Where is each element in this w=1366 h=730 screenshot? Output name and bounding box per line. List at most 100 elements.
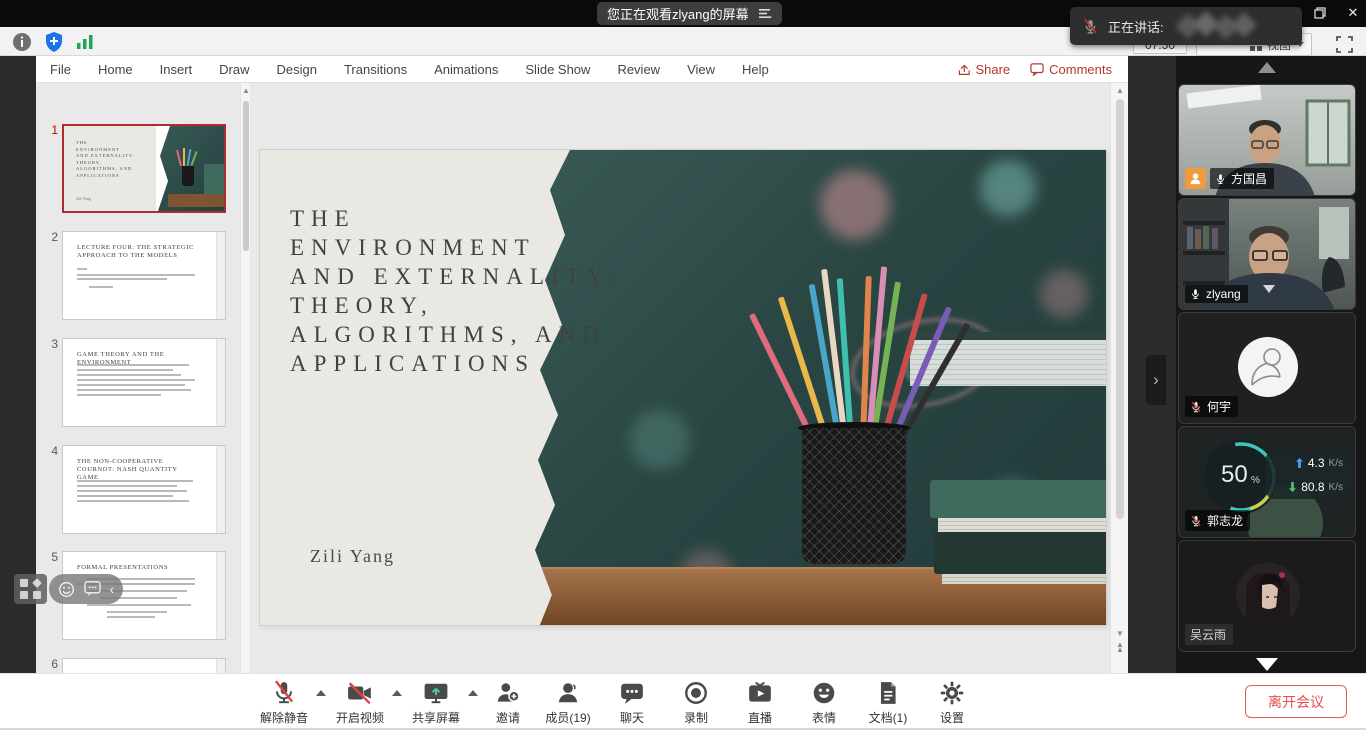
banner-menu-icon[interactable] — [759, 8, 772, 19]
reactions-grid-handle[interactable] — [14, 574, 47, 604]
camera-off-icon — [347, 680, 373, 706]
share-options-arrow[interactable] — [468, 690, 478, 696]
start-video-label: 开启视频 — [336, 709, 384, 726]
close-window-button[interactable]: ✕ — [1343, 4, 1363, 22]
ppt-menu-row: File Home Insert Draw Design Transitions… — [36, 62, 769, 77]
start-video-button[interactable]: 开启视频 — [328, 680, 392, 726]
network-stats-panel: 4.3 K/s 80.8 K/s — [1265, 451, 1351, 499]
docs-button[interactable]: 文档(1) — [856, 680, 920, 726]
share-screen-icon — [423, 680, 449, 706]
screen-watch-text: 您正在观看zlyang的屏幕 — [607, 4, 749, 23]
avatar — [1238, 337, 1298, 397]
menu-insert[interactable]: Insert — [160, 62, 193, 77]
emoji-button[interactable]: 表情 — [792, 680, 856, 726]
menu-file[interactable]: File — [50, 62, 71, 77]
emoji-label: 表情 — [812, 709, 836, 726]
thumb-number-2: 2 — [44, 230, 58, 244]
scrollbar-thumb[interactable] — [243, 101, 249, 251]
participant-tile-heyu[interactable]: 何宇 — [1178, 312, 1356, 424]
thumb-number-4: 4 — [44, 444, 58, 458]
video-options-arrow[interactable] — [392, 690, 402, 696]
restore-window-button[interactable] — [1310, 4, 1330, 22]
menu-home[interactable]: Home — [98, 62, 133, 77]
download-arrow-icon — [1288, 482, 1297, 492]
live-icon — [747, 680, 773, 706]
collapse-left-icon[interactable]: ‹ — [109, 581, 114, 597]
mic-on-icon — [1215, 172, 1226, 186]
share-screen-button[interactable]: 共享屏幕 — [404, 680, 468, 726]
participant-tile-zlyang[interactable]: zlyang — [1178, 198, 1356, 310]
record-label: 录制 — [684, 709, 708, 726]
settings-label: 设置 — [940, 709, 964, 726]
slide-scrollbar-thumb[interactable] — [1116, 99, 1124, 519]
slide-scrollbar[interactable]: ▲ ▼ ▲▲ — [1110, 83, 1128, 673]
mic-muted-icon — [271, 680, 297, 706]
document-icon — [875, 680, 901, 706]
avatar — [1236, 563, 1300, 627]
upload-arrow-icon — [1295, 458, 1304, 468]
members-icon — [555, 680, 581, 706]
mic-muted-icon — [1082, 17, 1099, 36]
unmute-button[interactable]: 解除静音 — [252, 680, 316, 726]
emoji-reaction-icon[interactable] — [58, 581, 75, 598]
info-icon[interactable] — [11, 31, 33, 53]
slide-scroll-up-arrow[interactable]: ▲ — [1111, 86, 1129, 95]
chat-reaction-icon[interactable] — [84, 581, 101, 597]
live-stream-button[interactable]: 直播 — [728, 680, 792, 726]
mic-options-arrow[interactable] — [316, 690, 326, 696]
menu-review[interactable]: Review — [617, 62, 660, 77]
chat-button[interactable]: 聊天 — [600, 680, 664, 726]
participant-name: zlyang — [1206, 287, 1241, 301]
participant-name: 方国昌 — [1231, 170, 1267, 187]
next-slide-button[interactable]: ▲▲ — [1111, 642, 1129, 652]
loading-percent: 50 — [1221, 461, 1248, 489]
menu-draw[interactable]: Draw — [219, 62, 249, 77]
loading-percent-suffix: % — [1251, 475, 1260, 486]
leave-meeting-label: 离开会议 — [1268, 692, 1324, 712]
slide-thumbnail-1[interactable]: THEENVIRONMENT AND EXTERNALITY:THEORY, A… — [62, 124, 226, 213]
slide-thumbnail-3[interactable]: GAME THEORY AND THE ENVIRONMENT — [62, 338, 226, 427]
invite-button[interactable]: 邀请 — [480, 680, 536, 726]
slide-thumbnail-2[interactable]: LECTURE FOUR: THE STRATEGIC APPROACH TO … — [62, 231, 226, 320]
mic-muted-icon — [1190, 514, 1202, 528]
invite-label: 邀请 — [496, 709, 520, 726]
participant-tile-fangguochang[interactable]: 方国昌 — [1178, 84, 1356, 196]
participant-tile-guozhilong[interactable]: 50 % 4.3 K/s 80.8 K/s 郭志龙 — [1178, 426, 1356, 538]
record-button[interactable]: 录制 — [664, 680, 728, 726]
slide-title-line-1: THE — [290, 206, 356, 232]
mic-muted-icon — [1190, 400, 1202, 414]
menu-help[interactable]: Help — [742, 62, 769, 77]
menu-view[interactable]: View — [687, 62, 715, 77]
menu-design[interactable]: Design — [277, 62, 317, 77]
menu-transitions[interactable]: Transitions — [344, 62, 407, 77]
share-button[interactable]: Share — [957, 62, 1010, 77]
network-signal-icon[interactable] — [74, 31, 96, 53]
upload-rate: 4.3 — [1308, 456, 1325, 470]
participant-tile-wuyunyu[interactable]: 吴云雨 — [1178, 540, 1356, 652]
screen-watch-banner[interactable]: 您正在观看zlyang的屏幕 — [597, 2, 782, 25]
upload-unit: K/s — [1329, 458, 1343, 469]
participants-scroll-down[interactable] — [1256, 658, 1278, 671]
slide-title-line-4: THEORY, — [290, 293, 434, 319]
leave-meeting-button[interactable]: 离开会议 — [1245, 685, 1347, 718]
sidebar-collapse-handle[interactable]: › — [1146, 355, 1166, 405]
participant-name: 吴云雨 — [1190, 626, 1226, 643]
meeting-window: 您正在观看zlyang的屏幕 ✕ 07:50 视图 正在讲话 — [0, 0, 1366, 730]
fullscreen-icon[interactable] — [1333, 33, 1355, 55]
mic-on-icon — [1190, 287, 1201, 301]
thumbnail-scrollbar[interactable]: ▲ — [240, 83, 250, 673]
members-button[interactable]: 成员(19) — [536, 680, 600, 726]
comments-button[interactable]: Comments — [1030, 62, 1112, 77]
settings-button[interactable]: 设置 — [920, 680, 984, 726]
members-label: 成员(19) — [545, 709, 590, 726]
share-label: Share — [975, 62, 1010, 77]
menu-animations[interactable]: Animations — [434, 62, 498, 77]
gear-icon — [939, 680, 965, 706]
participants-scroll-up[interactable] — [1258, 62, 1276, 73]
slide-scroll-down-arrow[interactable]: ▼ — [1111, 629, 1129, 638]
slide-thumbnail-4[interactable]: THE NON-COOPERATIVE COURNOT: NASH QUANTI… — [62, 445, 226, 534]
scroll-up-arrow[interactable]: ▲ — [241, 86, 251, 95]
live-label: 直播 — [748, 709, 772, 726]
menu-slideshow[interactable]: Slide Show — [525, 62, 590, 77]
shield-plus-icon[interactable] — [43, 31, 65, 53]
